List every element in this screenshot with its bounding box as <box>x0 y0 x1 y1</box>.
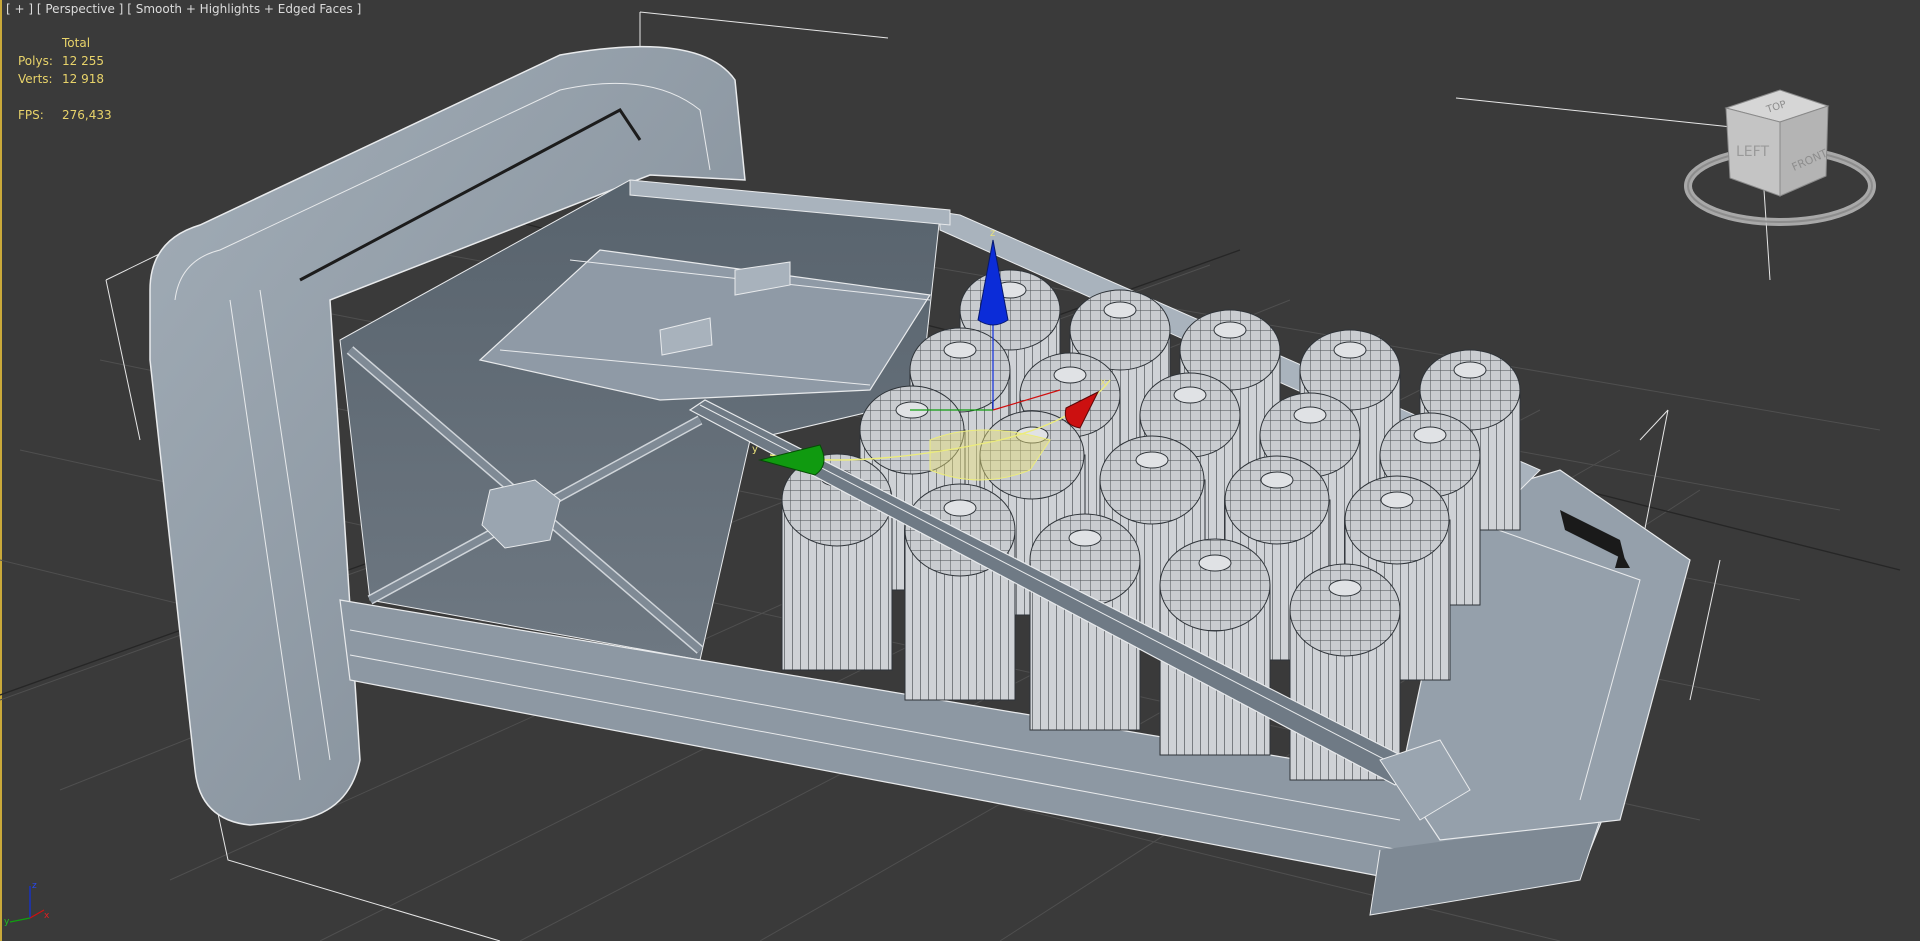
world-axis-tripod: z y x <box>4 881 50 927</box>
stats-fps-row: FPS: 276,433 <box>18 106 112 124</box>
gizmo-y-label: y <box>752 444 758 455</box>
viewcube[interactable]: TOP LEFT FRONT <box>1680 86 1880 246</box>
stats-polys-row: Polys: 12 255 <box>18 52 112 70</box>
stats-polys-value: 12 255 <box>62 54 104 68</box>
gizmo-x-label: x <box>1100 377 1106 388</box>
gizmo-z-label: z <box>990 228 995 239</box>
stats-fps-label: FPS: <box>18 108 44 122</box>
tripod-x-label: x <box>44 911 50 921</box>
viewport-statistics: Total Polys: 12 255 Verts: 12 918 FPS: 2… <box>18 34 112 124</box>
tripod-z-label: z <box>32 881 37 891</box>
viewport-label-menu: [ + ] [ Perspective ] [ Smooth + Highlig… <box>6 2 361 16</box>
viewport-shading-menu[interactable]: [ Smooth + Highlights + Edged Faces ] <box>127 2 361 16</box>
stats-header-row: Total <box>18 34 112 52</box>
scene-canvas[interactable]: z y x <box>0 0 1920 941</box>
perspective-viewport[interactable]: z y x [ + ] [ Perspective ] [ Smooth + H… <box>0 0 1920 941</box>
stats-polys-label: Polys: <box>18 54 53 68</box>
viewport-point-of-view-menu[interactable]: [ Perspective ] <box>37 2 124 16</box>
stats-fps-value: 276,433 <box>62 108 112 122</box>
stats-verts-row: Verts: 12 918 <box>18 70 112 88</box>
stats-total-header: Total <box>62 36 91 50</box>
viewport-general-menu[interactable]: [ + ] <box>6 2 33 16</box>
stats-verts-label: Verts: <box>18 72 53 86</box>
tripod-y-label: y <box>4 917 10 927</box>
stats-verts-value: 12 918 <box>62 72 104 86</box>
viewcube-left-label: LEFT <box>1736 144 1769 160</box>
